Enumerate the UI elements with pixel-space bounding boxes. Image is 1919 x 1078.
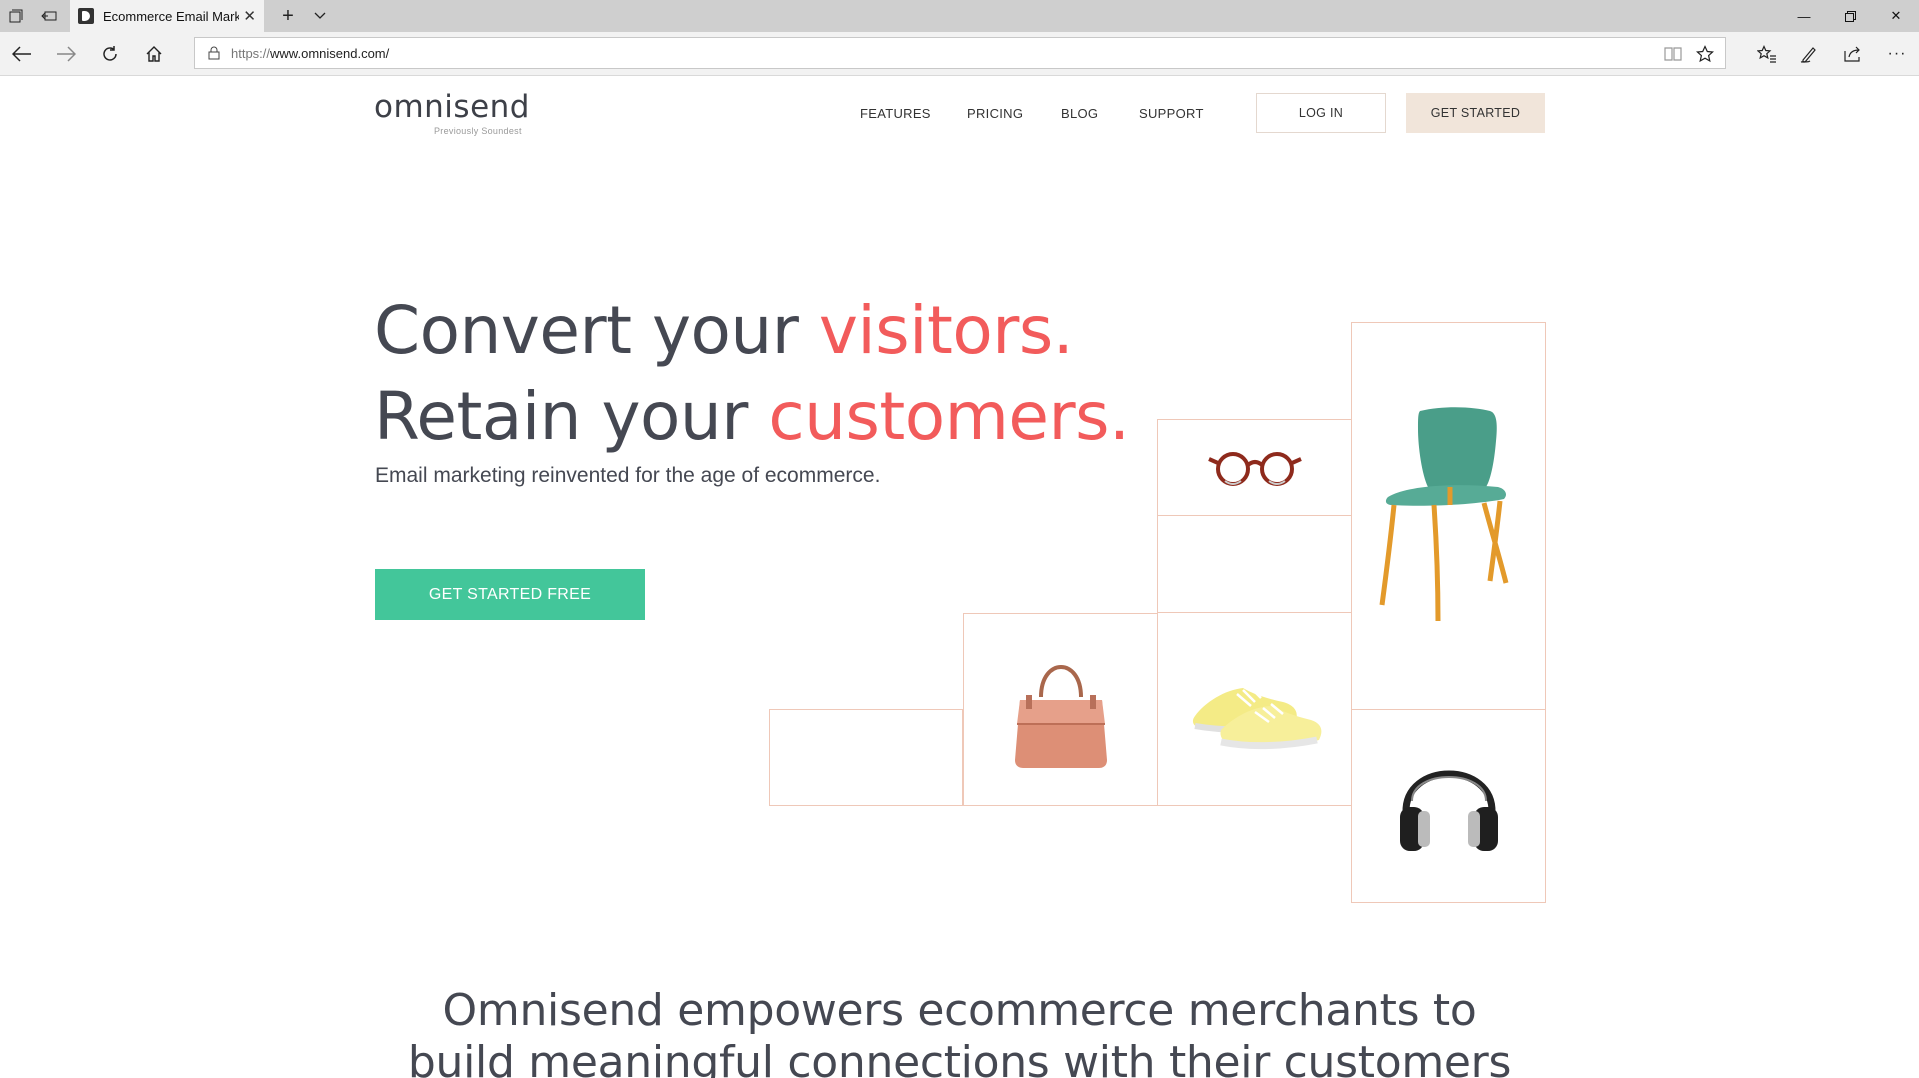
sneakers-icon — [1192, 685, 1321, 750]
nav-support-link[interactable]: SUPPORT — [1139, 106, 1204, 121]
close-tab-icon[interactable]: ✕ — [243, 7, 256, 25]
home-icon[interactable] — [138, 38, 170, 70]
url-scheme: https:// — [231, 45, 271, 61]
hero-line-2-highlight: customers. — [768, 378, 1130, 455]
logo-text: omnisend — [374, 89, 530, 125]
favorite-star-icon[interactable] — [1691, 44, 1719, 64]
nav-features-link[interactable]: FEATURES — [860, 106, 931, 121]
back-icon[interactable] — [6, 38, 38, 70]
minimize-icon[interactable]: — — [1781, 0, 1827, 32]
lock-icon — [208, 46, 220, 60]
tab-preview-chevron-icon[interactable] — [304, 0, 336, 32]
new-tab-icon[interactable]: + — [272, 0, 304, 32]
grid-cell-sneakers — [1157, 612, 1352, 806]
grid-cell-chair — [1351, 322, 1546, 710]
more-menu-icon[interactable]: ··· — [1881, 38, 1913, 70]
mission-heading-line-1: Omnisend empowers ecommerce merchants to — [442, 985, 1477, 1036]
omnisend-favicon-icon — [78, 8, 94, 24]
hero-subtitle: Email marketing reinvented for the age o… — [375, 464, 881, 487]
nav-blog-link[interactable]: BLOG — [1061, 106, 1098, 121]
refresh-icon[interactable] — [94, 38, 126, 70]
reading-view-icon[interactable] — [1659, 44, 1687, 64]
set-aside-tabs-icon[interactable] — [33, 0, 65, 32]
hero-line-2-text: Retain your — [374, 378, 769, 455]
active-tab[interactable]: Ecommerce Email Marke ✕ — [70, 0, 264, 32]
nav-pricing-link[interactable]: PRICING — [967, 106, 1023, 121]
hero-heading-line-1: Convert your visitors. — [374, 291, 1074, 371]
browser-tab-bar: Ecommerce Email Marke ✕ + — ✕ — [0, 0, 1919, 32]
headphones-icon — [1399, 770, 1498, 851]
chair-icon — [1379, 407, 1508, 622]
handbag-icon — [1014, 664, 1107, 768]
grid-cell-empty — [769, 709, 963, 806]
logo-tagline: Previously Soundest — [434, 126, 522, 136]
favorites-hub-icon[interactable] — [1751, 38, 1783, 70]
hero-line-1-highlight: visitors. — [818, 292, 1074, 369]
address-bar[interactable]: https://www.omnisend.com/ — [194, 37, 1726, 69]
tab-list-icon[interactable] — [0, 0, 32, 32]
get-started-free-button[interactable]: GET STARTED FREE — [375, 569, 645, 620]
log-in-button[interactable]: LOG IN — [1256, 93, 1386, 133]
get-started-button[interactable]: GET STARTED — [1406, 93, 1545, 133]
hero-heading-line-2: Retain your customers. — [374, 377, 1130, 457]
browser-nav-bar: https://www.omnisend.com/ ··· — [0, 32, 1919, 76]
glasses-icon — [1207, 451, 1302, 486]
share-icon[interactable] — [1837, 38, 1869, 70]
grid-cell-headphones — [1351, 709, 1546, 903]
hero-line-1-text: Convert your — [374, 292, 819, 369]
close-window-icon[interactable]: ✕ — [1873, 0, 1919, 32]
restore-icon[interactable] — [1827, 0, 1873, 32]
tab-title: Ecommerce Email Marke — [103, 8, 239, 24]
forward-icon[interactable] — [50, 38, 82, 70]
grid-cell-handbag — [963, 613, 1158, 806]
omnisend-logo[interactable]: omnisend Previously Soundest — [374, 89, 534, 139]
mission-heading-line-2: build meaningful connections with their … — [407, 1037, 1512, 1078]
web-page: omnisend Previously Soundest FEATURES PR… — [0, 77, 1919, 1078]
notes-pen-icon[interactable] — [1793, 38, 1825, 70]
url-text[interactable]: https://www.omnisend.com/ — [231, 46, 389, 61]
grid-cell-empty — [1157, 515, 1352, 613]
url-host: www.omnisend.com/ — [270, 45, 390, 61]
grid-cell-glasses — [1157, 419, 1352, 516]
